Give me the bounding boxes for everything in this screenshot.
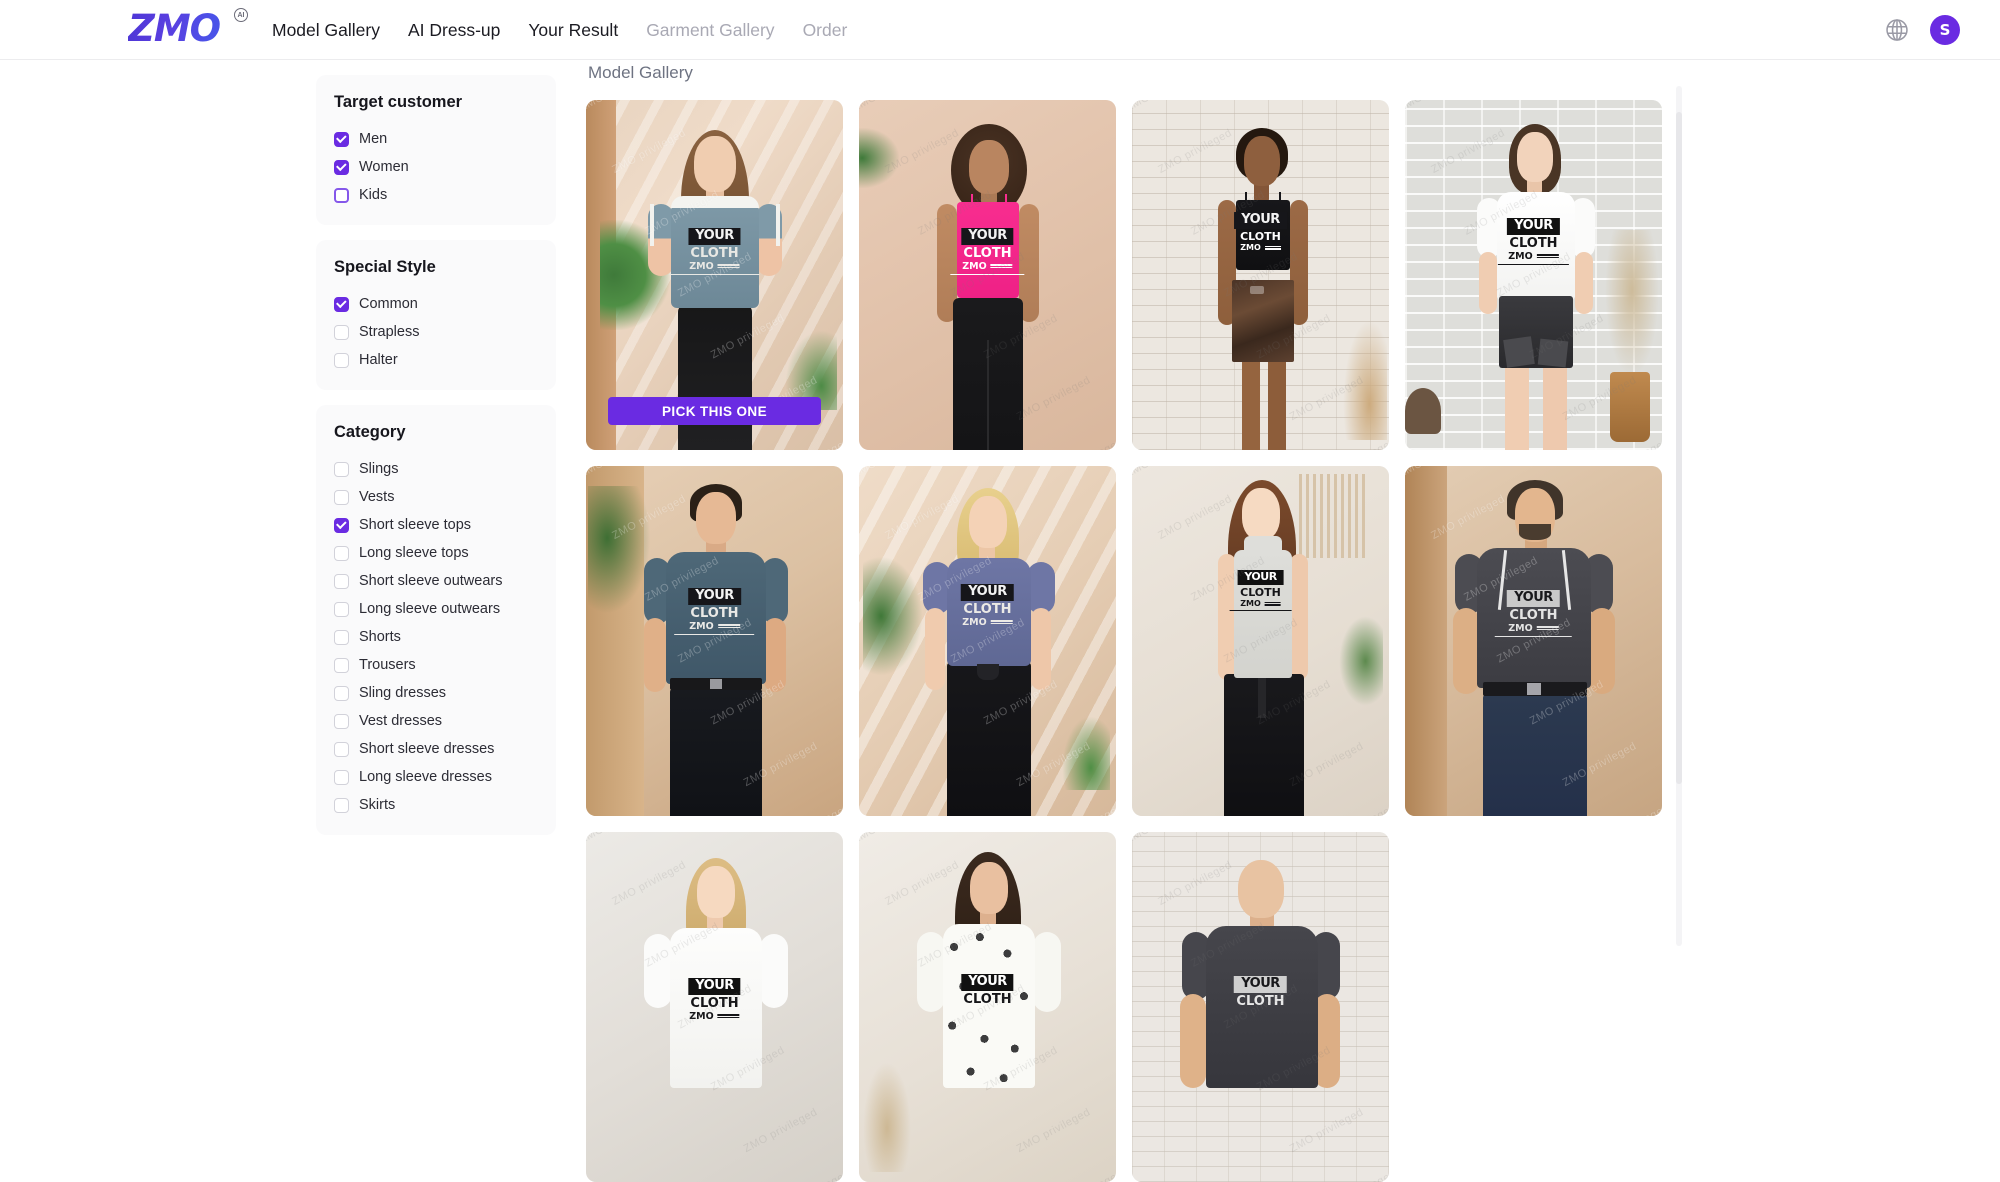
model-card-10[interactable]: YOUR CLOTH ZMO privilegedZMO privileged … [859,832,1116,1182]
label-slings: Slings [359,461,399,477]
model-gallery: Model Gallery YOUR CLOTH ZMO ZMO privile… [586,61,1701,1182]
checkbox-short-sleeve-tops[interactable] [334,517,349,533]
globe-icon[interactable] [1884,17,1910,43]
label-long-sleeve-outwears: Long sleeve outwears [359,601,501,617]
filter-panel-special-style: Special Style Common Strapless Halter [316,240,556,390]
model-card-5[interactable]: YOUR CLOTH ZMO ZMO privileged ZMO privile… [586,466,843,816]
label-short-sleeve-outwears: Short sleeve outwears [359,573,503,589]
filter-option-sling-dresses[interactable]: Sling dresses [334,679,538,707]
filter-panel-category: Category Slings Vests Short sleeve tops … [316,405,556,835]
filter-option-long-sleeve-dresses[interactable]: Long sleeve dresses [334,763,538,791]
header-actions: S [1884,0,1960,60]
filter-panel-target-customer: Target customer Men Women Kids [316,75,556,225]
panel-title-special-style: Special Style [334,258,436,276]
checkbox-slings[interactable] [334,461,349,477]
filter-option-common[interactable]: Common [334,290,538,318]
nav-ai-dress-up[interactable]: AI Dress-up [408,0,500,60]
model-card-1[interactable]: YOUR CLOTH ZMO ZMO privileged ZMO privile… [586,100,843,450]
label-short-sleeve-tops: Short sleeve tops [359,517,472,533]
filter-option-long-sleeve-tops[interactable]: Long sleeve tops [334,539,538,567]
checkbox-halter[interactable] [334,352,349,368]
label-skirts: Skirts [359,797,396,813]
model-card-6[interactable]: YOUR CLOTH ZMO ZMO privileged ZMO privile… [859,466,1116,816]
checkbox-short-sleeve-dresses[interactable] [334,741,349,757]
pick-this-one-button[interactable]: PICK THIS ONE [608,397,821,425]
filter-option-long-sleeve-outwears[interactable]: Long sleeve outwears [334,595,538,623]
logo-text: ZMO [128,8,246,50]
checkbox-long-sleeve-outwears[interactable] [334,601,349,617]
nav-your-result[interactable]: Your Result [528,0,618,60]
model-grid: YOUR CLOTH ZMO ZMO privileged ZMO privile… [586,100,1686,1182]
model-card-2[interactable]: YOUR CLOTH ZMO ZMO privilegedZMO privile… [859,100,1116,450]
filter-option-women[interactable]: Women [334,153,538,181]
model-card-8[interactable]: YOUR CLOTH ZMO ZMO privileged ZMO privile… [1405,466,1662,816]
label-long-sleeve-dresses: Long sleeve dresses [359,769,492,785]
model-card-3[interactable]: YOUR CLOTH ZMO ZMO privilegedZMO privile… [1132,100,1389,450]
panel-title-target-customer: Target customer [334,93,463,111]
label-shorts: Shorts [359,629,401,645]
nav-model-gallery[interactable]: Model Gallery [272,0,380,60]
label-kids: Kids [359,187,388,203]
gallery-scrollbar-thumb[interactable] [1676,112,1682,784]
label-vests: Vests [359,489,395,505]
nav-order[interactable]: Order [803,0,848,60]
filter-option-vests[interactable]: Vests [334,483,538,511]
label-halter: Halter [359,352,398,368]
checkbox-kids[interactable] [334,187,349,203]
checkbox-women[interactable] [334,159,349,175]
filter-option-short-sleeve-outwears[interactable]: Short sleeve outwears [334,567,538,595]
checkbox-trousers[interactable] [334,657,349,673]
label-long-sleeve-tops: Long sleeve tops [359,545,469,561]
label-trousers: Trousers [359,657,416,673]
main-navigation: Model Gallery AI Dress-up Your Result Ga… [272,0,847,60]
label-vest-dresses: Vest dresses [359,713,443,729]
filter-option-trousers[interactable]: Trousers [334,651,538,679]
page-body: Target customer Men Women Kids Special S… [0,61,2000,1182]
filter-option-strapless[interactable]: Strapless [334,318,538,346]
label-short-sleeve-dresses: Short sleeve dresses [359,741,495,757]
filters-sidebar: Target customer Men Women Kids Special S… [316,75,556,850]
label-common: Common [359,296,418,312]
checkbox-short-sleeve-outwears[interactable] [334,573,349,589]
label-strapless: Strapless [359,324,420,340]
label-women: Women [359,159,409,175]
checkbox-vests[interactable] [334,489,349,505]
label-sling-dresses: Sling dresses [359,685,447,701]
checkbox-strapless[interactable] [334,324,349,340]
filter-option-short-sleeve-tops[interactable]: Short sleeve tops [334,511,538,539]
checkbox-shorts[interactable] [334,629,349,645]
filter-option-skirts[interactable]: Skirts [334,791,538,819]
checkbox-skirts[interactable] [334,797,349,813]
app-header: ZMO AI Model Gallery AI Dress-up Your Re… [0,0,2000,60]
filter-option-slings[interactable]: Slings [334,455,538,483]
filter-option-kids[interactable]: Kids [334,181,538,209]
checkbox-long-sleeve-tops[interactable] [334,545,349,561]
filter-option-vest-dresses[interactable]: Vest dresses [334,707,538,735]
panel-title-category: Category [334,423,406,441]
label-men: Men [359,131,388,147]
zmo-logo[interactable]: ZMO AI [128,8,248,50]
model-card-9[interactable]: YOUR CLOTH ZMO ZMO privilegedZMO privile… [586,832,843,1182]
model-card-11[interactable]: YOUR CLOTH ZMO privilegedZMO privileged … [1132,832,1389,1182]
model-card-7[interactable]: YOUR CLOTH ZMO ZMO privilegedZMO privile… [1132,466,1389,816]
checkbox-sling-dresses[interactable] [334,685,349,701]
checkbox-vest-dresses[interactable] [334,713,349,729]
user-avatar[interactable]: S [1930,15,1960,45]
filter-option-short-sleeve-dresses[interactable]: Short sleeve dresses [334,735,538,763]
filter-option-halter[interactable]: Halter [334,346,538,374]
checkbox-men[interactable] [334,131,349,147]
checkbox-common[interactable] [334,296,349,312]
model-card-4[interactable]: YOUR CLOTH ZMO ZMO privilegedZMO privile… [1405,100,1662,450]
filter-option-shorts[interactable]: Shorts [334,623,538,651]
filter-option-men[interactable]: Men [334,125,538,153]
nav-garment-gallery[interactable]: Garment Gallery [646,0,774,60]
logo-ai-badge: AI [234,8,248,22]
checkbox-long-sleeve-dresses[interactable] [334,769,349,785]
page-title: Model Gallery [588,63,693,82]
gallery-scrollbar-track[interactable] [1676,86,1682,946]
